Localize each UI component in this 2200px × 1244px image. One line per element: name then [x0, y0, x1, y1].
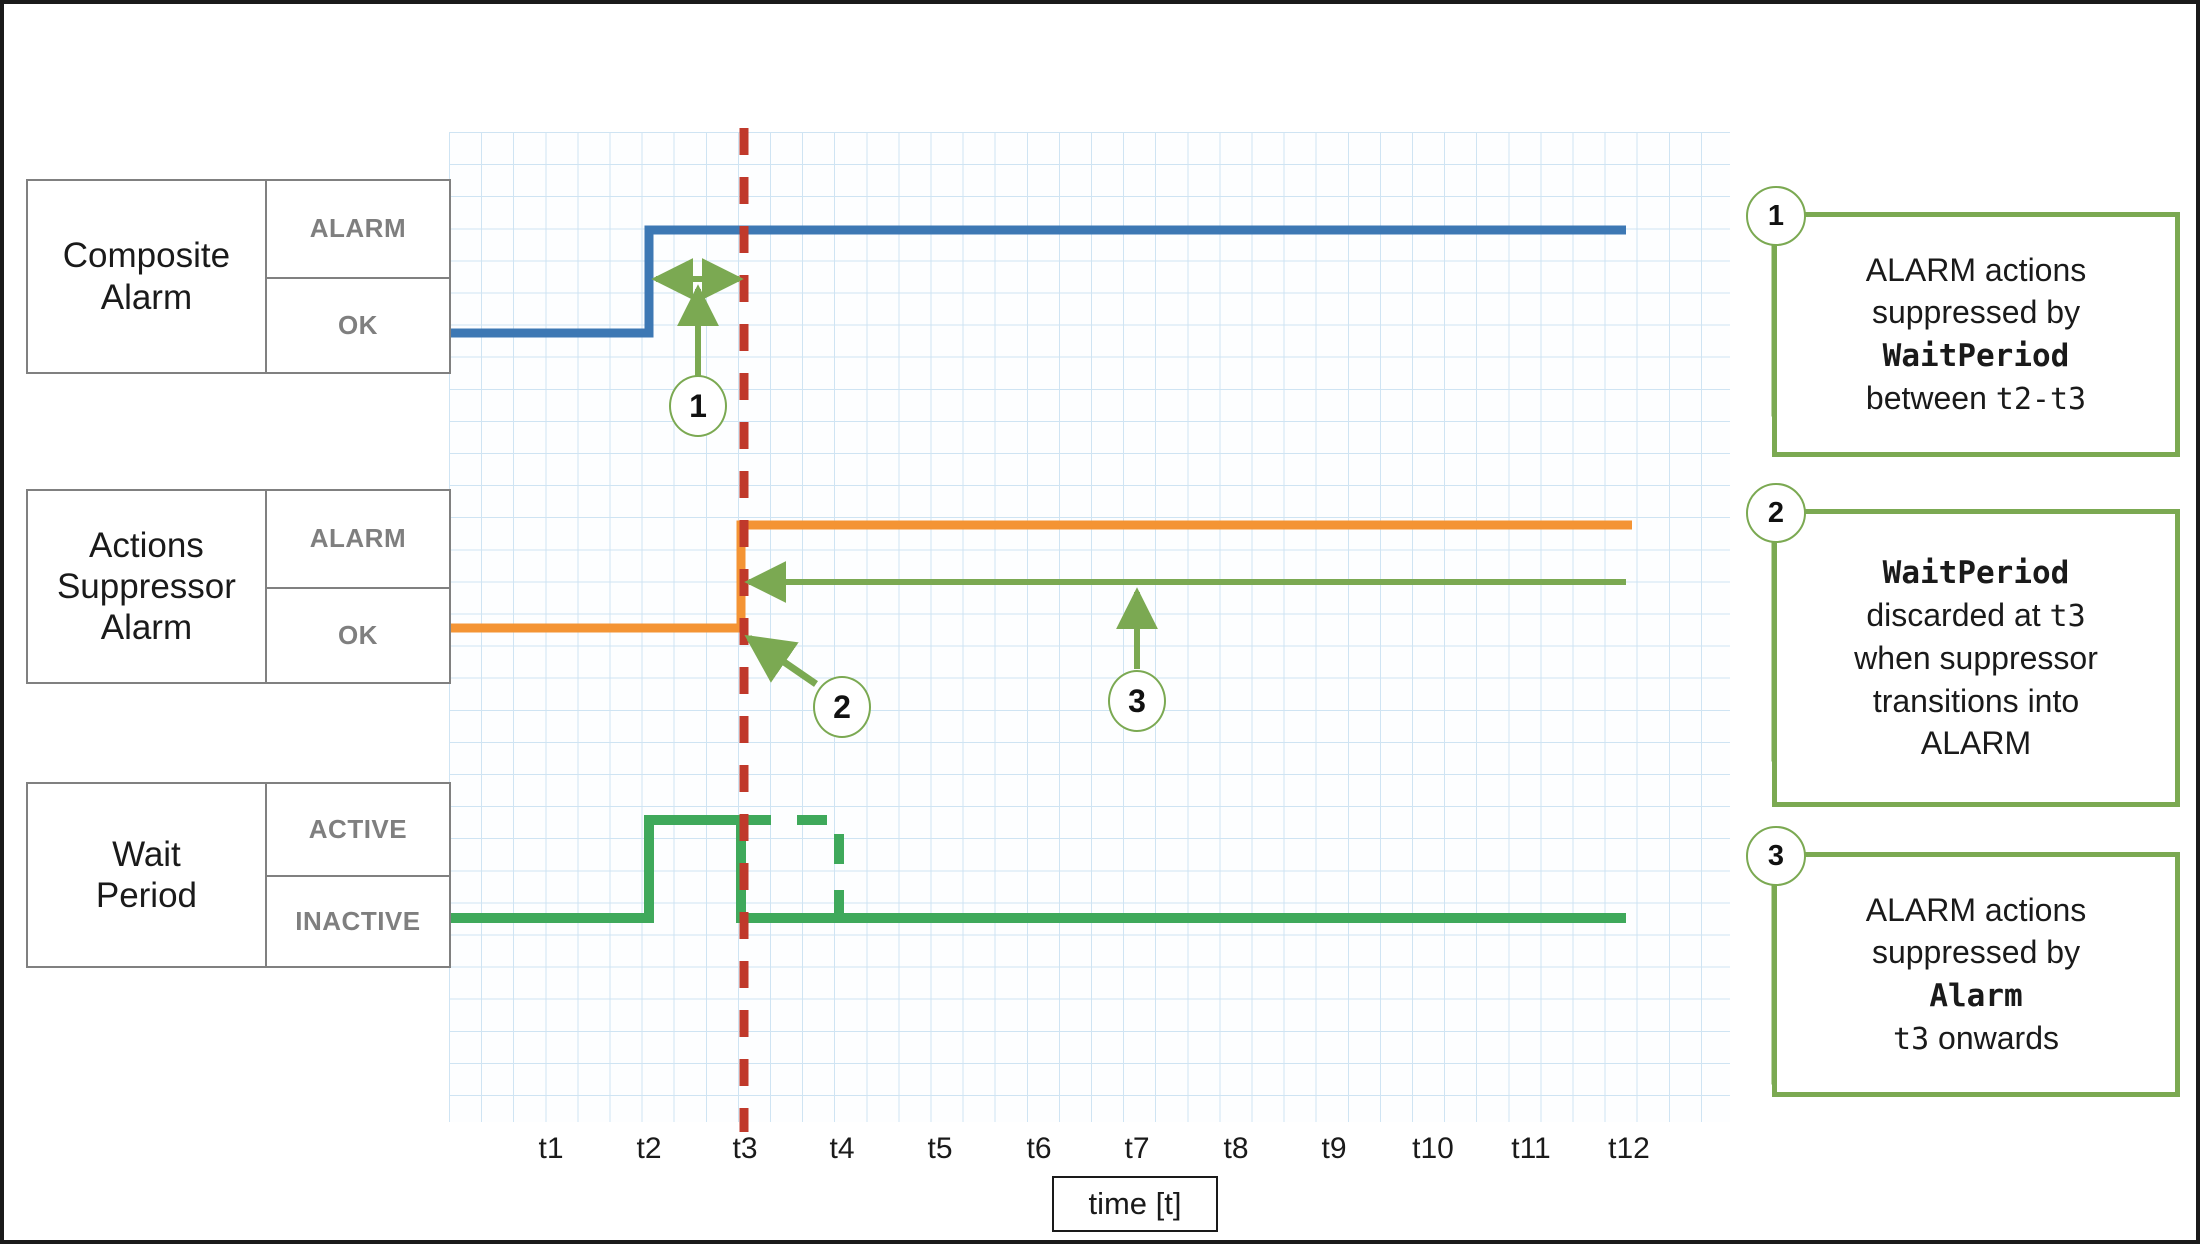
x-tick-t12: t12	[1608, 1132, 1650, 1165]
composite-alarm-name-line2: Alarm	[100, 277, 193, 317]
state-label-wait-period-high: ACTIVE	[308, 814, 408, 844]
callout-box-1: ALARM actions suppressed by WaitPeriod b…	[1772, 212, 2180, 457]
x-axis-title-box: time [t]	[1052, 1176, 1218, 1232]
x-tick-t9: t9	[1321, 1132, 1347, 1165]
callout-1-line1: ALARM actions	[1865, 251, 2087, 288]
row-states-wait-period: ACTIVE INACTIVE	[266, 784, 449, 966]
callout-2-line5: ALARM	[1920, 725, 2032, 762]
callout-3-line4-t3: t3	[1893, 1022, 1930, 1058]
state-label-wait-period-low: INACTIVE	[266, 875, 449, 966]
row-label-name-wait-period: Wait Period	[28, 784, 267, 966]
callout-1-text: ALARM actions suppressed by WaitPeriod b…	[1846, 245, 2107, 424]
callout-3-text: ALARM actions suppressed by Alarm t3 onw…	[1846, 885, 2107, 1064]
callout-2-text: WaitPeriod discarded at t3 when suppress…	[1834, 547, 2118, 769]
wait-period-name-line2: Period	[95, 876, 198, 915]
chart-marker-3[interactable]: 3	[1108, 670, 1166, 732]
x-tick-t1: t1	[538, 1132, 564, 1165]
callout-2-line4: transitions into	[1872, 682, 2080, 719]
plot-grid-area	[449, 132, 1730, 1122]
x-axis-title-text: time [t]	[1088, 1186, 1182, 1221]
row-states-composite-alarm: ALARM OK	[266, 181, 449, 373]
callout-box-2: WaitPeriod discarded at t3 when suppress…	[1772, 509, 2180, 807]
callout-badge-2[interactable]: 2	[1746, 483, 1806, 543]
callout-1-line4-prefix: between	[1865, 380, 1996, 417]
suppressor-name-line1: Actions	[89, 525, 204, 565]
x-tick-t3: t3	[732, 1132, 758, 1165]
row-states-actions-suppressor-alarm: ALARM OK	[266, 491, 449, 683]
x-tick-t7: t7	[1124, 1132, 1150, 1165]
x-tick-t6: t6	[1026, 1132, 1052, 1165]
state-label-composite-alarm-high: ALARM	[309, 213, 407, 244]
callout-badge-3[interactable]: 3	[1746, 826, 1806, 886]
chart-marker-1[interactable]: 1	[669, 375, 727, 437]
callout-3-line2: suppressed by	[1871, 934, 2081, 971]
composite-alarm-name-line1: Composite	[62, 236, 231, 276]
x-tick-t8: t8	[1223, 1132, 1249, 1165]
row-label-wait-period: Wait Period ACTIVE INACTIVE	[26, 782, 451, 968]
callout-2-line1-waitperiod: WaitPeriod	[1882, 555, 2070, 592]
callout-box-3: ALARM actions suppressed by Alarm t3 onw…	[1772, 852, 2180, 1097]
row-label-actions-suppressor-alarm: Actions Suppressor Alarm ALARM OK	[26, 489, 451, 684]
callout-1-line4-range: t2-t3	[1995, 382, 2087, 418]
x-tick-t10: t10	[1412, 1132, 1454, 1165]
callout-badge-1[interactable]: 1	[1746, 186, 1806, 246]
callout-3-line1: ALARM actions	[1865, 891, 2087, 928]
callout-2-line2-prefix: discarded at	[1866, 597, 2050, 634]
callout-2-line3: when suppressor	[1854, 640, 2098, 677]
row-label-composite-alarm: Composite Alarm ALARM OK	[26, 179, 451, 374]
state-label-suppressor-low: OK	[266, 586, 449, 683]
row-label-name-actions-suppressor-alarm: Actions Suppressor Alarm	[28, 491, 267, 682]
state-label-composite-alarm-low: OK	[266, 276, 449, 373]
diagram-canvas: Composite Alarm ALARM OK Actions Suppres…	[0, 0, 2200, 1244]
callout-3-line4-suffix: onwards	[1929, 1020, 2059, 1057]
x-tick-t11: t11	[1511, 1132, 1551, 1165]
x-tick-t4: t4	[829, 1132, 855, 1165]
callout-2-line2-t3: t3	[2049, 599, 2086, 635]
callout-1-line3-waitperiod: WaitPeriod	[1882, 337, 2070, 374]
state-label-suppressor-high: ALARM	[309, 523, 407, 554]
callout-1-line2: suppressed by	[1871, 294, 2081, 331]
x-tick-t5: t5	[927, 1132, 953, 1165]
suppressor-name-line3: Alarm	[100, 608, 193, 648]
x-tick-t2: t2	[636, 1132, 662, 1165]
chart-marker-2[interactable]: 2	[813, 676, 871, 738]
suppressor-name-line2: Suppressor	[56, 566, 236, 606]
callout-3-line3-alarm: Alarm	[1929, 977, 2023, 1014]
row-label-name-composite-alarm: Composite Alarm	[28, 181, 267, 372]
wait-period-name-line1: Wait	[112, 834, 181, 874]
